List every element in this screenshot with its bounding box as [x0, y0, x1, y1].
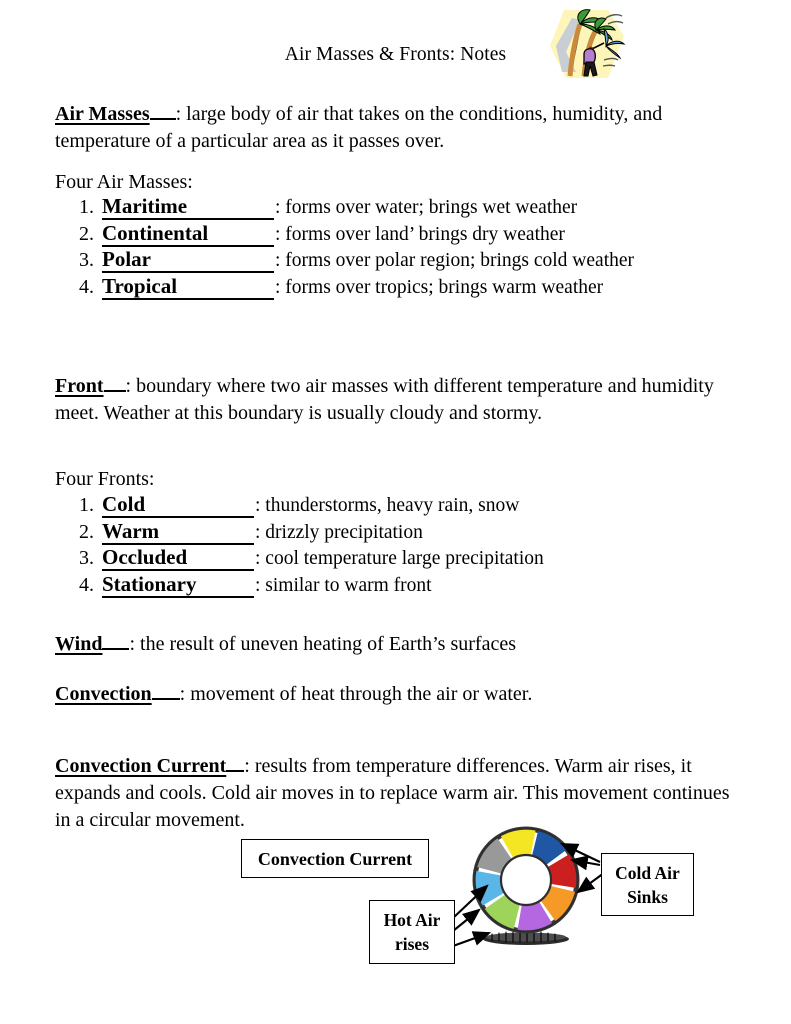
term-convection-current: Convection Current — [55, 755, 227, 777]
list-item-key: Stationary — [102, 573, 254, 598]
list-item-desc: : forms over land’ brings dry weather — [275, 223, 565, 245]
list-item-number: 1. — [79, 494, 94, 516]
list-item: 1. Cold: thunderstorms, heavy rain, snow — [55, 494, 544, 521]
air-masses-definition-block: Air Masses: large body of air that takes… — [55, 96, 745, 155]
list-item-number: 3. — [79, 547, 94, 569]
list-item-number: 2. — [79, 520, 94, 543]
term-wind: Wind — [55, 633, 103, 655]
list-item-desc: : thunderstorms, heavy rain, snow — [255, 495, 520, 516]
list-item-desc: : forms over tropics; brings warm weathe… — [275, 276, 604, 298]
label-box-convection-current-text: Convection Current — [257, 848, 413, 869]
convection-current-diagram: Convection Current Cold Air Sinks Hot Ai… — [0, 818, 791, 978]
convection-ring-illustration — [468, 820, 584, 950]
convection-definition-block: Convection : movement of heat through the… — [55, 676, 745, 708]
fronts-list: 1. Cold: thunderstorms, heavy rain, snow … — [55, 494, 544, 600]
label-cold-air-line2: Sinks — [627, 886, 668, 907]
list-item: 2. Warm: drizzly precipitation — [55, 520, 544, 548]
term-air-masses: Air Masses — [55, 103, 150, 125]
list-item: 4. Stationary: similar to warm front — [55, 573, 544, 601]
label-cold-air-line1: Cold Air — [615, 862, 680, 883]
label-box-hot-air-rises: Hot Air rises — [369, 900, 455, 964]
label-box-cold-air-sinks: Cold Air Sinks — [601, 853, 694, 916]
list-item-number: 2. — [79, 222, 94, 245]
wind-definition-block: Wind : the result of uneven heating of Ea… — [55, 626, 745, 658]
convection-definition-text: : movement of heat through the air or wa… — [179, 683, 533, 705]
list-item-key: Maritime — [102, 196, 274, 220]
list-item-desc: : forms over water; brings wet weather — [275, 197, 578, 218]
label-box-convection-current: Convection Current — [241, 839, 429, 878]
list-item-desc: : forms over polar region; brings cold w… — [275, 250, 635, 271]
front-definition-block: Front: boundary where two air masses wit… — [55, 368, 745, 427]
list-item-key: Occluded — [102, 547, 254, 571]
blank-line-air-masses — [149, 96, 176, 120]
blank-line-convection-current — [226, 748, 245, 772]
blank-line-wind — [102, 626, 130, 650]
list-item-desc: : drizzly precipitation — [255, 521, 423, 543]
blank-line-convection — [151, 676, 180, 700]
term-convection: Convection — [55, 683, 152, 705]
air-masses-list: 1. Maritime: forms over water; brings wet… — [55, 196, 634, 302]
list-item: 1. Maritime: forms over water; brings wet… — [55, 196, 634, 223]
list-item-desc: : similar to warm front — [255, 574, 432, 596]
list-item-desc: : cool temperature large precipitation — [255, 548, 544, 569]
list-item-key: Warm — [102, 520, 254, 545]
list-item-key: Cold — [102, 494, 254, 518]
label-hot-air-line1: Hot Air — [383, 910, 441, 930]
list-item: 4. Tropical: forms over tropics; brings w… — [55, 275, 634, 303]
air-masses-list-heading: Four Air Masses: — [55, 171, 193, 193]
page-title: Air Masses & Fronts: Notes — [284, 44, 507, 65]
list-item: 3. Occluded: cool temperature large preci… — [55, 547, 544, 574]
list-item-key: Continental — [102, 222, 274, 247]
list-item-number: 1. — [79, 196, 94, 218]
label-hot-air-line2: rises — [394, 934, 430, 954]
list-item-key: Polar — [102, 249, 274, 273]
term-front: Front — [55, 375, 104, 397]
fronts-list-heading: Four Fronts: — [55, 468, 155, 490]
windy-weather-clipart — [546, 6, 626, 88]
list-item: 3. Polar: forms over polar region; brings… — [55, 249, 634, 276]
blank-line-front — [103, 368, 126, 392]
list-item-number: 4. — [79, 573, 94, 596]
list-item-number: 3. — [79, 249, 94, 271]
document-page: Air Masses & Fronts: Notes Air Masses: … — [0, 0, 791, 1024]
wind-definition-text: : the result of uneven heating of Earth’… — [129, 633, 516, 655]
list-item-key: Tropical — [102, 275, 274, 300]
list-item: 2. Continental: forms over land’ brings d… — [55, 222, 634, 250]
list-item-number: 4. — [79, 275, 94, 298]
front-definition-text: : boundary where two air masses with dif… — [55, 375, 714, 424]
